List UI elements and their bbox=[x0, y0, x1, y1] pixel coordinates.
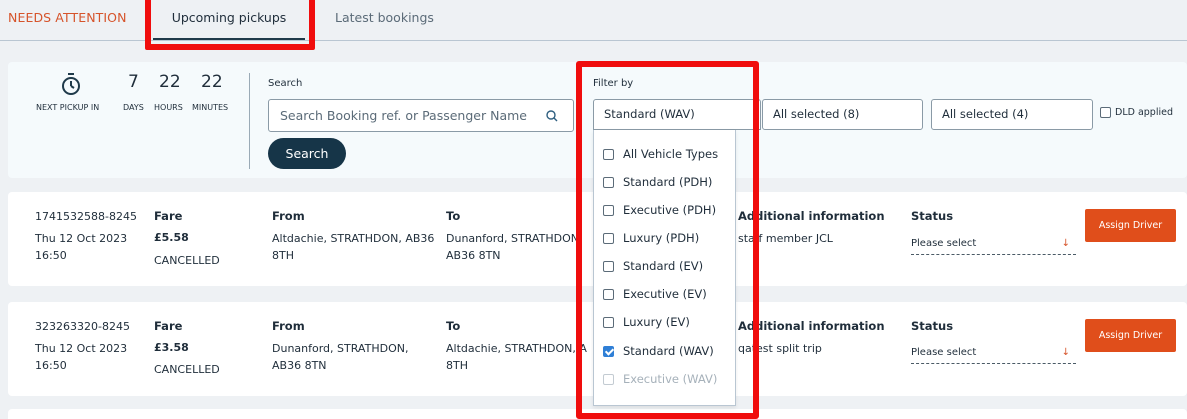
filter-select-3[interactable]: All selected (4) bbox=[931, 99, 1093, 130]
search-icon[interactable] bbox=[545, 109, 559, 123]
fare-status: CANCELLED bbox=[154, 254, 220, 267]
assign-driver-button[interactable]: Assign Driver bbox=[1085, 319, 1176, 352]
fare-label: Fare bbox=[154, 209, 183, 223]
additional-info-value: qatest split trip bbox=[738, 342, 822, 355]
additional-info-label: Additional information bbox=[738, 209, 885, 223]
vehicle-option[interactable]: Executive (EV) bbox=[603, 286, 707, 302]
tab-bar: NEEDS ATTENTION Upcoming pickups Latest … bbox=[0, 0, 1187, 41]
dld-applied-checkbox[interactable]: DLD applied bbox=[1100, 107, 1173, 118]
vehicle-option[interactable]: All Vehicle Types bbox=[603, 146, 718, 162]
booking-card bbox=[8, 409, 1187, 419]
vehicle-option-checkbox[interactable] bbox=[603, 288, 614, 300]
countdown-days-label: DAYS bbox=[123, 103, 144, 112]
status-select[interactable]: Please select ↓ bbox=[911, 344, 1076, 364]
countdown-caption: NEXT PICKUP IN bbox=[36, 103, 100, 112]
tab-latest-bookings[interactable]: Latest bookings bbox=[335, 0, 434, 40]
from-label: From bbox=[272, 319, 305, 333]
to-address: Altdachie, STRATHDON, A bbox=[446, 342, 587, 355]
booking-ref[interactable]: 323263320-8245 bbox=[35, 318, 130, 335]
vehicle-option-label: Luxury (EV) bbox=[623, 315, 690, 329]
vehicle-option-label: Executive (PDH) bbox=[623, 203, 717, 217]
from-label: From bbox=[272, 209, 305, 223]
booking-date: Thu 12 Oct 2023 bbox=[35, 232, 128, 245]
dld-label: DLD applied bbox=[1115, 107, 1173, 118]
booking-date: Thu 12 Oct 2023 bbox=[35, 342, 128, 355]
countdown-minutes: 22 bbox=[201, 72, 223, 92]
from-address: Dunanford, STRATHDON, bbox=[272, 342, 409, 355]
countdown-days: 7 bbox=[128, 72, 139, 92]
vehicle-option-checkbox[interactable] bbox=[603, 148, 614, 160]
status-select[interactable]: Please select ↓ bbox=[911, 235, 1076, 255]
vehicle-type-select[interactable]: Standard (WAV) bbox=[593, 99, 761, 130]
vehicle-option-checkbox[interactable] bbox=[603, 204, 614, 216]
vehicle-option-checkbox bbox=[603, 373, 614, 385]
vehicle-option[interactable]: Standard (PDH) bbox=[603, 174, 712, 190]
booking-ref[interactable]: 1741532588-8245 bbox=[35, 208, 137, 225]
vehicle-option[interactable]: Luxury (PDH) bbox=[603, 230, 699, 246]
to-label: To bbox=[446, 209, 461, 223]
vehicle-option-checkbox[interactable] bbox=[603, 176, 614, 188]
vehicle-option-label: Standard (PDH) bbox=[623, 175, 713, 189]
vehicle-option-label: Standard (WAV) bbox=[623, 344, 714, 358]
vehicle-option-checkbox-checked[interactable] bbox=[603, 345, 614, 357]
vehicle-option-checkbox[interactable] bbox=[603, 260, 614, 272]
countdown-hours: 22 bbox=[159, 72, 181, 92]
vehicle-option-checkbox[interactable] bbox=[603, 316, 614, 328]
search-label: Search bbox=[268, 78, 303, 89]
vehicle-option-label: Luxury (PDH) bbox=[623, 231, 700, 245]
filter-label: Filter by bbox=[593, 78, 634, 89]
search-field bbox=[268, 99, 574, 132]
assign-driver-button[interactable]: Assign Driver bbox=[1085, 209, 1176, 242]
status-select-value: Please select bbox=[911, 238, 977, 249]
booking-time: 16:50 bbox=[35, 359, 67, 372]
dld-checkbox-box[interactable] bbox=[1100, 107, 1111, 118]
vehicle-option-label: Standard (EV) bbox=[623, 259, 704, 273]
vehicle-option[interactable]: Luxury (EV) bbox=[603, 314, 690, 330]
status-select-value: Please select bbox=[911, 347, 977, 358]
search-input[interactable] bbox=[269, 100, 537, 131]
from-postcode: AB36 8TN bbox=[272, 359, 327, 372]
additional-info-label: Additional information bbox=[738, 319, 885, 333]
booking-time: 16:50 bbox=[35, 249, 67, 262]
status-label: Status bbox=[911, 209, 954, 223]
arrow-down-icon: ↓ bbox=[1061, 238, 1070, 249]
fare-value: £3.58 bbox=[154, 341, 189, 354]
from-postcode: 8TH bbox=[272, 249, 294, 262]
tab-needs-attention[interactable]: NEEDS ATTENTION bbox=[8, 0, 127, 40]
countdown-hours-label: HOURS bbox=[154, 103, 183, 112]
additional-info-value: staff member JCL bbox=[738, 232, 833, 245]
vehicle-option-label: Executive (WAV) bbox=[623, 372, 718, 386]
tab-upcoming-pickups[interactable]: Upcoming pickups bbox=[153, 0, 305, 40]
from-address: Altdachie, STRATHDON, AB36 bbox=[272, 232, 435, 245]
vehicle-option[interactable]: Standard (EV) bbox=[603, 258, 703, 274]
vehicle-option[interactable]: Standard (WAV) bbox=[603, 343, 714, 359]
to-address: Dunanford, STRATHDON bbox=[446, 232, 579, 245]
arrow-down-icon: ↓ bbox=[1061, 347, 1070, 358]
panel-divider bbox=[249, 73, 250, 169]
filter-select-2[interactable]: All selected (8) bbox=[762, 99, 923, 130]
fare-status: CANCELLED bbox=[154, 363, 220, 376]
vehicle-type-dropdown: All Vehicle Types Standard (PDH) Executi… bbox=[593, 130, 736, 406]
to-postcode: AB36 8TN bbox=[446, 249, 501, 262]
vehicle-option-label: All Vehicle Types bbox=[623, 147, 719, 161]
vehicle-option[interactable]: Executive (PDH) bbox=[603, 202, 716, 218]
countdown-minutes-label: MINUTES bbox=[192, 103, 229, 112]
to-postcode: 8TH bbox=[446, 359, 468, 372]
to-label: To bbox=[446, 319, 461, 333]
fare-label: Fare bbox=[154, 319, 183, 333]
fare-value: £5.58 bbox=[154, 231, 189, 244]
search-button[interactable]: Search bbox=[268, 138, 346, 169]
vehicle-option-label: Executive (EV) bbox=[623, 287, 707, 301]
vehicle-option-checkbox[interactable] bbox=[603, 232, 614, 244]
status-label: Status bbox=[911, 319, 954, 333]
stopwatch-icon bbox=[62, 73, 80, 95]
vehicle-option-disabled: Executive (WAV) bbox=[603, 371, 717, 387]
